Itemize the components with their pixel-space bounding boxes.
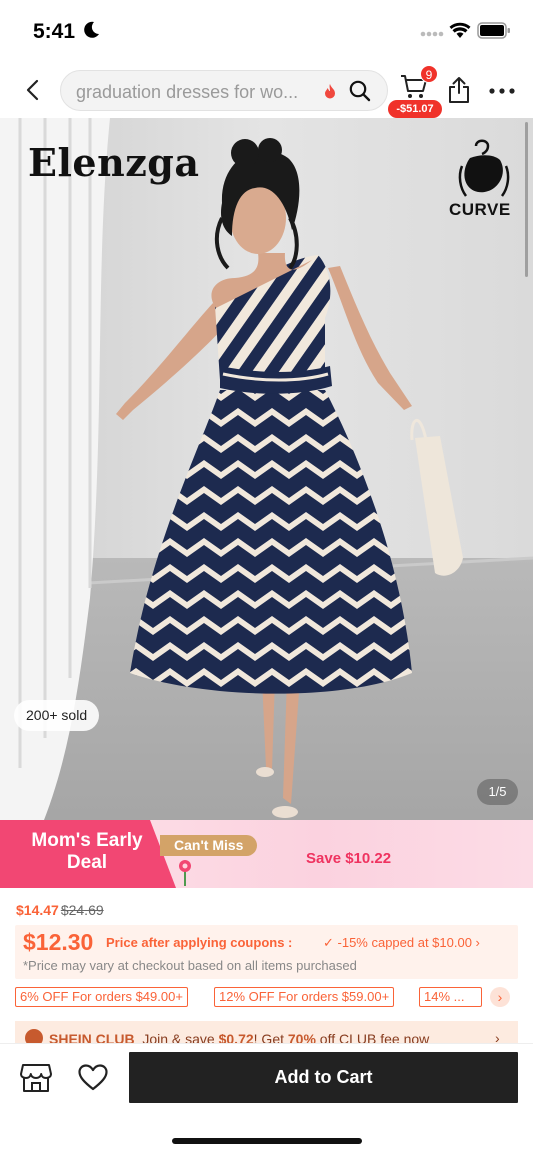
wifi-icon [449,22,471,38]
cart-discount-pill: -$51.07 [388,100,442,118]
heart-icon[interactable] [78,1064,108,1091]
search-header: graduation dresses for wo... 9 -$51.07 [0,62,533,118]
coupon-cap-text[interactable]: ✓ -15% capped at $10.00 › [323,935,480,951]
flame-icon [325,84,335,99]
chevron-right-icon[interactable]: › [490,987,510,1007]
club-pre: Join & save [142,1031,219,1043]
search-query[interactable]: graduation dresses for wo... [76,82,321,103]
bottom-action-bar: Add to Cart [0,1043,533,1154]
offer-tag[interactable]: 12% OFF For orders $59.00+ [214,987,395,1007]
signal-dots-icon [420,31,444,37]
club-text: SHEIN CLUB Join & save $0.72! Get 70% of… [49,1031,429,1043]
original-price: $24.69 [60,902,104,918]
current-price: $14.47 [16,902,59,918]
product-image-carousel[interactable]: Elenzga CURVE 200+ sold 1/5 [0,118,533,830]
club-mid: ! Get [253,1031,288,1043]
coupon-price-box[interactable]: $12.30 Price after applying coupons : ✓ … [15,925,518,979]
battery-icon [477,22,510,39]
curve-logo-text: CURVE [449,200,511,219]
back-arrow-icon[interactable] [22,78,46,102]
club-save-amount: $0.72 [218,1031,254,1043]
club-icon [25,1029,43,1043]
chevron-right-icon[interactable]: › [495,1030,500,1043]
add-to-cart-button[interactable]: Add to Cart [129,1052,518,1103]
coupon-label: Price after applying coupons : [106,935,293,950]
home-indicator[interactable] [172,1138,362,1144]
club-percent: 70% [287,1031,316,1043]
coupon-price: $12.30 [23,929,94,955]
flower-icon [179,860,191,886]
store-icon[interactable] [20,1063,52,1093]
price-note: *Price may vary at checkout based on all… [23,958,357,973]
search-icon[interactable] [349,80,371,102]
image-counter: 1/5 [477,779,518,805]
offer-tags: 6% OFF For orders $49.00+ 12% OFF For or… [15,987,520,1007]
promo-save-amount: Save $10.22 [306,850,392,867]
status-time: 5:41 [33,20,76,43]
price-row: $14.47 $24.69 [16,902,104,918]
brand-watermark: Elenzga [28,140,200,185]
curve-figure-logo [458,139,510,197]
offer-tag[interactable]: 14% ... [419,987,482,1007]
status-bar: 5:41 [0,0,533,62]
sold-count-badge: 200+ sold [14,700,100,731]
club-post: off CLUB fee now [315,1031,430,1043]
cart-count-badge: 9 [420,65,438,83]
moon-icon [84,21,99,38]
cant-miss-tag: Can't Miss [160,835,258,856]
search-input[interactable]: graduation dresses for wo... [60,70,388,111]
offer-tag[interactable]: 6% OFF For orders $49.00+ [15,987,188,1007]
promo-banner[interactable]: Mom's Early Deal Can't Miss Save $10.22 [0,820,533,888]
page-scrollbar[interactable] [525,122,528,277]
more-options-icon[interactable] [489,88,515,94]
share-icon[interactable] [447,76,471,104]
promo-title: Mom's Early Deal [31,830,143,873]
club-name: SHEIN CLUB [49,1031,135,1043]
shein-club-bar[interactable]: SHEIN CLUB Join & save $0.72! Get 70% of… [15,1021,518,1043]
